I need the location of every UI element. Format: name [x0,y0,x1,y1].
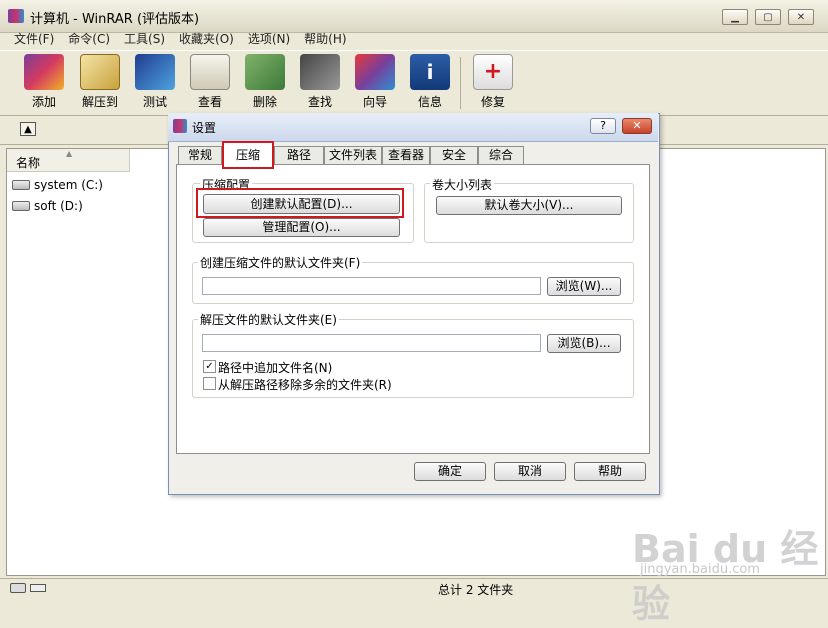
archive-folder-input[interactable] [202,277,541,295]
remove-redundant-label: 从解压路径移除多余的文件夹(R) [218,378,392,392]
tab-security[interactable]: 安全 [430,146,478,164]
drive-icon [12,201,30,211]
menu-favorites[interactable]: 收藏夹(O) [179,30,234,48]
ok-button[interactable]: 确定 [414,462,486,481]
watermark-url: jingyan.baidu.com [640,562,760,577]
extract-icon [80,54,120,90]
column-name-label: 名称 [16,156,41,170]
view-button[interactable]: 查看 [182,54,238,114]
delete-button[interactable]: 删除 [237,54,293,114]
test-button[interactable]: 测试 [127,54,183,114]
tab-viewer[interactable]: 查看器 [382,146,430,164]
tab-paths[interactable]: 路径 [274,146,324,164]
view-icon [190,54,230,90]
wizard-button[interactable]: 向导 [347,54,403,114]
remove-redundant-checkbox[interactable] [203,377,216,390]
list-item[interactable]: soft (D:) [12,199,83,213]
tab-compression[interactable]: 压缩 [222,141,274,169]
dialog-title: 设置 [192,121,217,135]
menu-commands[interactable]: 命令(C) [68,30,110,48]
toolbar-separator [460,57,461,109]
info-button[interactable]: i 信息 [402,54,458,114]
find-button[interactable]: 查找 [292,54,348,114]
drive-icon [12,180,30,190]
dialog-close-button[interactable]: ✕ [622,118,652,134]
drive-status-icon [10,583,26,593]
menu-bar: 文件(F) 命令(C) 工具(S) 收藏夹(O) 选项(N) 帮助(H) [0,30,828,48]
tab-misc[interactable]: 综合 [478,146,524,164]
tab-file-list[interactable]: 文件列表 [324,146,382,164]
status-text: 总计 2 文件夹 [438,583,514,597]
list-item[interactable]: system (C:) [12,178,103,192]
default-volume-sizes-button[interactable]: 默认卷大小(V)... [436,196,622,215]
repair-icon: + [473,54,513,90]
winrar-dialog-icon [173,119,187,133]
dialog-help-button[interactable]: ? [590,118,616,134]
delete-icon [245,54,285,90]
drive-label: system (C:) [34,178,103,192]
menu-file[interactable]: 文件(F) [14,30,54,48]
annotation-highlight [196,188,404,218]
extract-to-button[interactable]: 解压到 [72,54,128,114]
minimize-button[interactable]: ▁ [722,9,748,25]
drive-label: soft (D:) [34,199,83,213]
browse-archive-folder-button[interactable]: 浏览(W)... [547,277,621,296]
browse-extract-folder-button[interactable]: 浏览(B)... [547,334,621,353]
help-button[interactable]: 帮助 [574,462,646,481]
tab-general[interactable]: 常规 [178,146,222,164]
maximize-button[interactable]: ▢ [755,9,781,25]
menu-help[interactable]: 帮助(H) [304,30,346,48]
dialog-title-bar [168,113,658,142]
add-archive-icon [24,54,64,90]
volume-sizes-title: 卷大小列表 [430,176,495,193]
info-icon: i [410,54,450,90]
test-icon [135,54,175,90]
menu-tools[interactable]: 工具(S) [124,30,165,48]
toolbar: 添加 解压到 测试 查看 删除 查找 向导 i 信息 + 修复 [0,50,828,116]
menu-options[interactable]: 选项(N) [248,30,290,48]
append-name-checkbox[interactable]: ✓ [203,360,216,373]
winrar-app-icon [8,9,24,23]
add-button[interactable]: 添加 [16,54,72,114]
append-name-label: 路径中追加文件名(N) [218,361,333,375]
cancel-button[interactable]: 取消 [494,462,566,481]
wizard-icon [355,54,395,90]
find-icon [300,54,340,90]
archive-folder-label: 创建压缩文件的默认文件夹(F) [198,254,363,271]
manage-profiles-button[interactable]: 管理配置(O)... [203,218,400,237]
extract-folder-input[interactable] [202,334,541,352]
sort-arrow-icon: ▲ [66,149,73,158]
key-icon [30,584,46,592]
extract-folder-label: 解压文件的默认文件夹(E) [198,311,339,328]
window-title: 计算机 - WinRAR (评估版本) [30,12,200,27]
repair-button[interactable]: + 修复 [465,54,521,114]
close-window-button[interactable]: ✕ [788,9,814,25]
up-folder-button[interactable]: ▲ [20,122,36,136]
